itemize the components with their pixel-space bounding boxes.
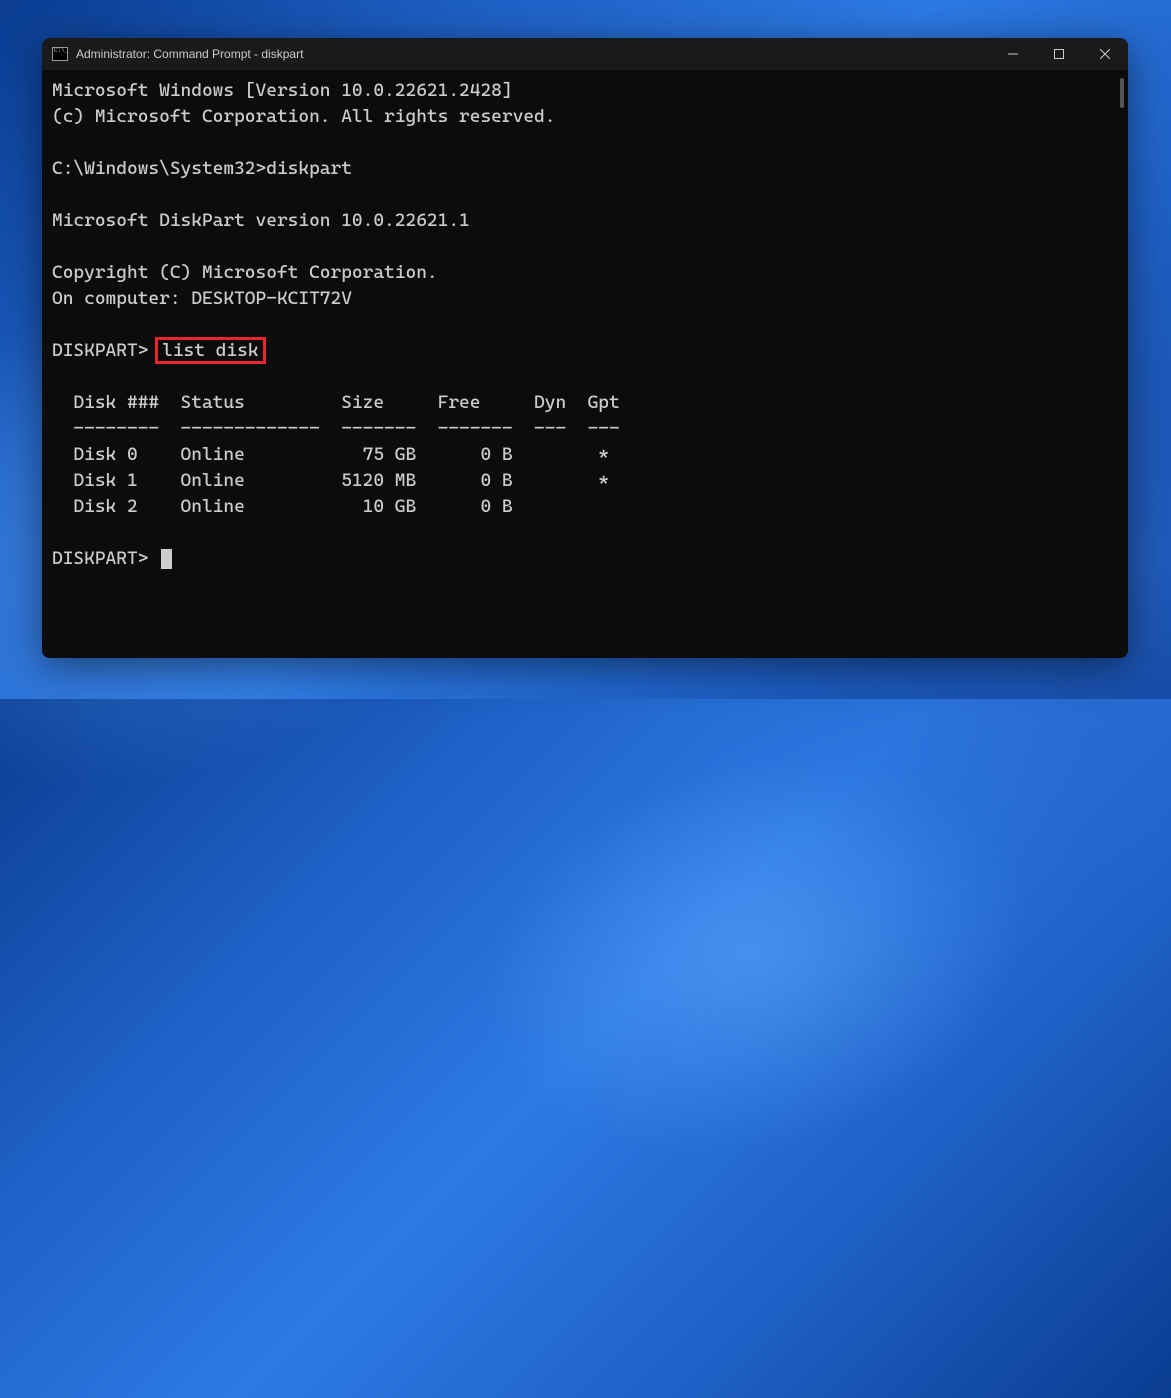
command-prompt-window: Administrator: Command Prompt - diskpart… xyxy=(42,38,1128,658)
cmd-icon xyxy=(52,47,68,61)
window-controls xyxy=(990,38,1128,70)
highlighted-command: list disk xyxy=(155,337,265,364)
diskpart-prompt-final: DISKPART> xyxy=(52,548,148,569)
os-version-line: Microsoft Windows [Version 10.0.22621.24… xyxy=(52,80,513,101)
os-copyright-line: (c) Microsoft Corporation. All rights re… xyxy=(52,106,555,127)
table-row: Disk 2 Online 10 GB 0 B xyxy=(52,496,513,517)
maximize-button[interactable] xyxy=(1036,38,1082,70)
terminal-output[interactable]: Microsoft Windows [Version 10.0.22621.24… xyxy=(42,70,1128,658)
table-header: Disk ### Status Size Free Dyn Gpt xyxy=(52,392,620,413)
diskpart-copyright-line: Copyright (C) Microsoft Corporation. xyxy=(52,262,438,283)
minimize-button[interactable] xyxy=(990,38,1036,70)
titlebar[interactable]: Administrator: Command Prompt - diskpart xyxy=(42,38,1128,70)
diskpart-prompt: DISKPART> xyxy=(52,340,148,361)
table-row: Disk 1 Online 5120 MB 0 B * xyxy=(52,470,609,491)
prompt-command: diskpart xyxy=(266,158,352,179)
table-separator: -------- ------------- ------- ------- -… xyxy=(52,418,620,439)
scrollbar[interactable] xyxy=(1120,78,1124,108)
table-row: Disk 0 Online 75 GB 0 B * xyxy=(52,444,609,465)
prompt-path: C:\Windows\System32> xyxy=(52,158,266,179)
cursor xyxy=(161,549,172,569)
diskpart-version-line: Microsoft DiskPart version 10.0.22621.1 xyxy=(52,210,470,231)
window-title: Administrator: Command Prompt - diskpart xyxy=(76,47,303,61)
on-computer-line: On computer: DESKTOP-KCIT72V xyxy=(52,288,352,309)
close-button[interactable] xyxy=(1082,38,1128,70)
